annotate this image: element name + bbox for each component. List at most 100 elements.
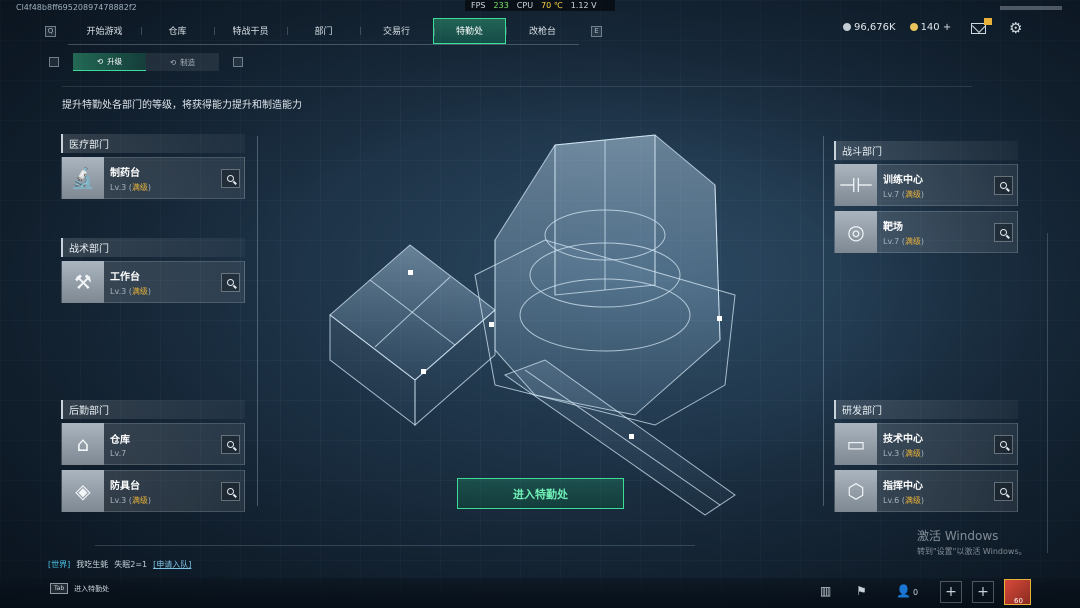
facility-training-center[interactable]: ⊣⊢ 训练中心 Lv.7 (满级) [834, 164, 1018, 206]
facility-level: Lv.3 [110, 182, 127, 192]
inspect-button[interactable] [994, 481, 1013, 501]
facility-level: Lv.3 [110, 495, 127, 505]
chat-user[interactable]: 我吃生蚝 [76, 559, 108, 570]
inspect-button[interactable] [221, 434, 240, 454]
facility-name: 工作台 [110, 271, 140, 283]
facility-name: 靶场 [883, 221, 903, 233]
upgrade-icon: ⟲ [96, 57, 104, 66]
stats-icon[interactable]: ▥ [820, 584, 831, 598]
inspect-button[interactable] [994, 222, 1013, 242]
main-nav: Q 开始游戏 仓库 特战干员 部门 交易行 特勤处 改枪台 E [45, 17, 602, 45]
tab-hint-label: 进入特勤处 [74, 584, 110, 593]
chat-channel[interactable]: [世界] [48, 559, 70, 570]
tab-craft[interactable]: ⟲ 制造 [146, 53, 219, 71]
microscope-icon: 🔬 [62, 157, 104, 199]
dept-tag [834, 133, 1018, 141]
enter-special-ops-button[interactable]: 进入特勤处 [457, 478, 624, 509]
facility-status: 满级 [904, 236, 921, 246]
silver-amount: 96,676K [854, 22, 896, 33]
target-icon: ◎ [835, 211, 877, 253]
dept-combat: 战斗部门 ⊣⊢ 训练中心 Lv.7 (满级) ◎ 靶场 Lv.7 (满级) [834, 133, 1018, 258]
inspect-button[interactable] [994, 434, 1013, 454]
silver-currency[interactable]: 96,676K [843, 22, 896, 33]
tab-department[interactable]: 部门 [287, 18, 360, 44]
facility-status: 满级 [904, 448, 921, 458]
inspect-button[interactable] [994, 175, 1013, 195]
tab-upgrade-label: 升级 [107, 57, 123, 66]
facility-level: Lv.7 [110, 448, 127, 458]
gear-icon[interactable]: ⚙ [1009, 21, 1024, 36]
search-icon [1000, 487, 1007, 495]
facility-tech-center[interactable]: ▭ 技术中心 Lv.3 (满级) [834, 423, 1018, 465]
frame-line-right [823, 136, 824, 506]
facility-shooting-range[interactable]: ◎ 靶场 Lv.7 (满级) [834, 211, 1018, 253]
performance-bar: FPS 233 CPU 70 ℃ 1.12 V [465, 0, 615, 11]
friends-icon[interactable]: 👤 0 [896, 584, 918, 598]
search-icon [1000, 228, 1007, 236]
facility-status: 满级 [131, 495, 148, 505]
dept-logistics-title: 后勤部门 [61, 400, 245, 419]
facility-level: Lv.6 [883, 495, 900, 505]
nav-prev-key[interactable]: Q [45, 25, 56, 37]
add-slot-button[interactable]: + [940, 581, 962, 603]
chip-icon: ⬡ [835, 470, 877, 512]
search-icon [227, 440, 234, 448]
search-icon [227, 174, 234, 182]
facility-level: Lv.7 [883, 189, 900, 199]
dept-tag [61, 126, 245, 134]
subnav-prev-key[interactable] [49, 57, 59, 67]
subnav-next-key[interactable] [233, 57, 243, 67]
watermark-line2: 转到"设置"以激活 Windows。 [917, 547, 1027, 556]
facility-status: 满级 [131, 182, 148, 192]
currency-panel: 96,676K 140 + [843, 22, 951, 33]
avatar-level: 60 [1014, 597, 1023, 605]
hologram-building[interactable] [255, 125, 775, 525]
tab-hint[interactable]: Tab 进入特勤处 [50, 583, 109, 594]
dept-medical: 医疗部门 🔬 制药台 Lv.3 (满级) [61, 126, 245, 204]
tab-craft-label: 制造 [180, 57, 196, 67]
timeline-bar [95, 545, 695, 546]
chat-message: 失眠2=1 [114, 560, 148, 569]
facility-workbench[interactable]: ⚒ 工作台 Lv.3 (满级) [61, 261, 245, 303]
tab-trading[interactable]: 交易行 [360, 18, 433, 44]
inspect-button[interactable] [221, 481, 240, 501]
fps-value: 233 [493, 1, 509, 10]
add-slot-button-2[interactable]: + [972, 581, 994, 603]
facility-name: 制药台 [110, 167, 140, 179]
tab-gunsmith[interactable]: 改枪台 [506, 18, 579, 44]
dept-tag [61, 230, 245, 238]
player-uid: Cl4f48b8ff69520897478882f2 [16, 3, 137, 12]
fps-label: FPS [471, 1, 486, 10]
friends-count: 0 [912, 588, 919, 597]
armor-icon: ◈ [62, 470, 104, 512]
facility-level: Lv.3 [110, 286, 127, 296]
facility-armor-bench[interactable]: ◈ 防具台 Lv.3 (满级) [61, 470, 245, 512]
divider [62, 86, 972, 87]
facility-level: Lv.3 [883, 448, 900, 458]
dept-research-title: 研发部门 [834, 400, 1018, 419]
tab-operators[interactable]: 特战干员 [214, 18, 287, 44]
facility-status: 满级 [131, 286, 148, 296]
map-icon[interactable]: ⚑ [856, 584, 867, 598]
gold-coin-icon [909, 23, 918, 31]
nav-next-key[interactable]: E [591, 25, 602, 37]
page-description: 提升特勤处各部门的等级，将获得能力提升和制造能力 [62, 100, 302, 111]
tab-start-game[interactable]: 开始游戏 [68, 18, 141, 44]
facility-pharmacy[interactable]: 🔬 制药台 Lv.3 (满级) [61, 157, 245, 199]
facility-command-center[interactable]: ⬡ 指挥中心 Lv.6 (满级) [834, 470, 1018, 512]
facility-warehouse[interactable]: ⌂ 仓库 Lv.7 [61, 423, 245, 465]
tab-upgrade[interactable]: ⟲ 升级 [73, 53, 146, 71]
facility-status: 满级 [904, 189, 921, 199]
tab-special-ops[interactable]: 特勤处 [433, 17, 506, 44]
dumbbell-icon: ⊣⊢ [835, 164, 877, 206]
apply-team-link[interactable]: [申请入队] [153, 559, 191, 570]
tab-warehouse[interactable]: 仓库 [141, 18, 214, 44]
dept-tactical: 战术部门 ⚒ 工作台 Lv.3 (满级) [61, 230, 245, 308]
inspect-button[interactable] [221, 272, 240, 292]
nav-tabs: 开始游戏 仓库 特战干员 部门 交易行 特勤处 改枪台 [68, 17, 579, 45]
facility-name: 训练中心 [883, 174, 923, 186]
dept-tag [834, 392, 1018, 400]
gold-currency[interactable]: 140 + [909, 22, 951, 33]
inspect-button[interactable] [221, 168, 240, 188]
dept-tactical-title: 战术部门 [61, 238, 245, 257]
